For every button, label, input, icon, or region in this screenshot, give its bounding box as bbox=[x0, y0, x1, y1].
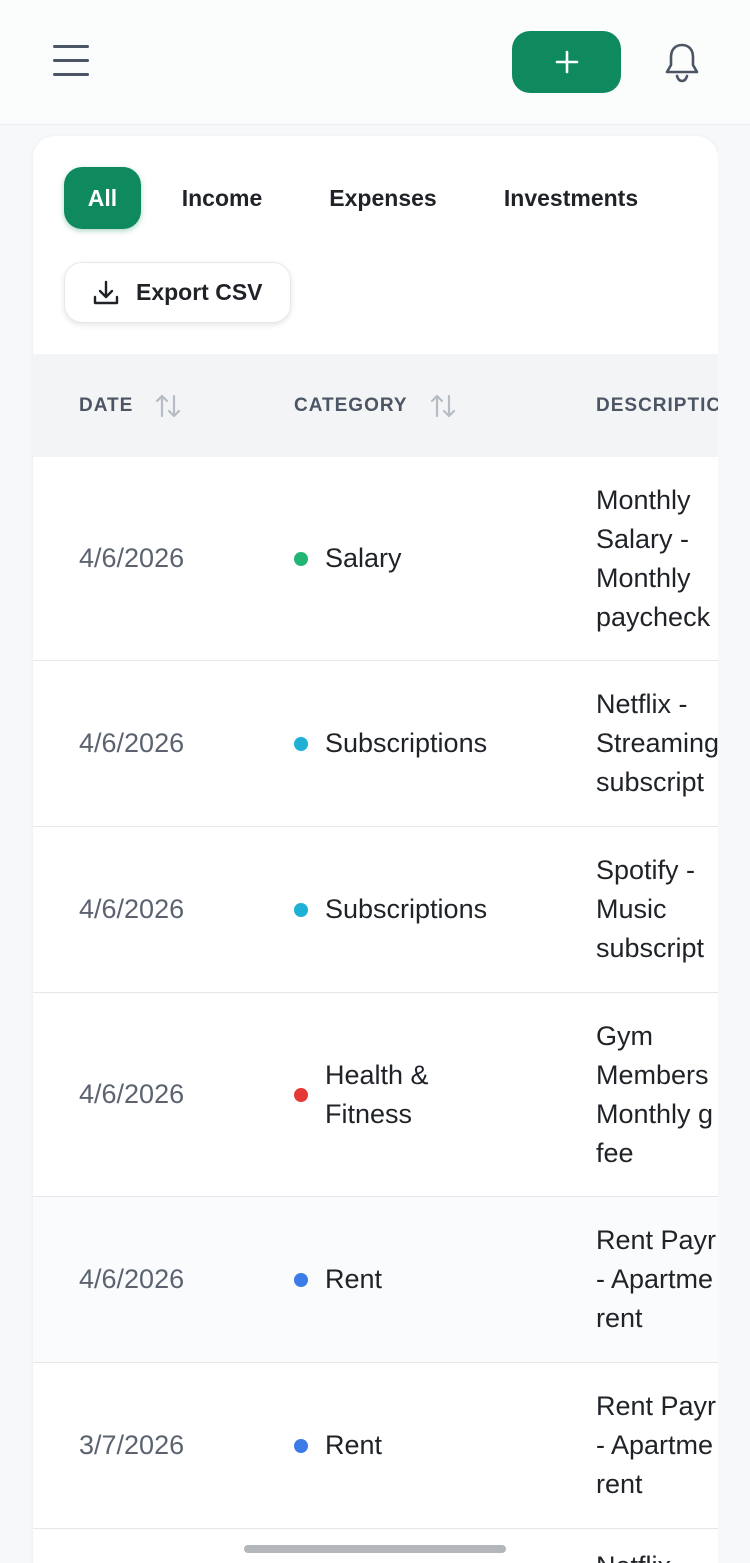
row-category: Rent bbox=[294, 1197, 534, 1362]
category-label: Salary bbox=[325, 543, 402, 573]
category-label: Health & Fitness bbox=[325, 1059, 429, 1129]
row-description: Spotify - Music subscript bbox=[596, 855, 705, 963]
export-csv-button[interactable]: Export CSV bbox=[64, 262, 291, 323]
row-category: Salary bbox=[294, 457, 534, 660]
category-dot bbox=[294, 1272, 308, 1287]
row-description: Gym Members Monthly g fee bbox=[596, 1020, 714, 1168]
category-label: Rent bbox=[325, 1430, 383, 1460]
row-category: Subscriptions bbox=[294, 827, 534, 992]
filter-tabs: All Income Expenses Investments bbox=[33, 136, 718, 256]
column-header-category-label: CATEGORY bbox=[294, 394, 408, 416]
column-header-description-label: DESCRIPTIC bbox=[596, 394, 718, 416]
table-row[interactable]: 3/7/2026 Rent Rent Payr - Apartme rent bbox=[33, 1363, 718, 1529]
table-header: DATE CATEGORY DESCRIPTIC bbox=[33, 354, 718, 457]
row-date: 4/6/2026 bbox=[79, 894, 185, 924]
table-row[interactable]: 4/6/2026 Subscriptions Netflix - Streami… bbox=[33, 661, 718, 827]
bell-icon bbox=[665, 43, 699, 83]
category-label: Subscriptions bbox=[325, 728, 488, 758]
row-category: Subscriptions bbox=[294, 661, 534, 826]
table-row[interactable]: 4/6/2026 Subscriptions Spotify - Music s… bbox=[33, 827, 718, 993]
category-dot bbox=[294, 1438, 308, 1453]
hamburger-menu-icon[interactable] bbox=[53, 44, 89, 78]
top-app-bar bbox=[0, 0, 750, 125]
column-header-category[interactable]: CATEGORY bbox=[294, 354, 458, 457]
row-description: Netflix bbox=[596, 1529, 718, 1563]
tab-investments[interactable]: Investments bbox=[486, 167, 656, 229]
row-date: 4/6/2026 bbox=[79, 1264, 185, 1294]
category-dot bbox=[294, 736, 308, 751]
table-row[interactable]: 4/6/2026 Health & Fitness Gym Members Mo… bbox=[33, 993, 718, 1197]
row-description: Rent Payr - Apartme rent bbox=[596, 1391, 717, 1499]
category-dot bbox=[294, 1087, 308, 1102]
sort-icon[interactable] bbox=[153, 391, 183, 421]
table-row[interactable]: 4/6/2026 Salary Monthly Salary - Monthly… bbox=[33, 457, 718, 661]
transactions-card: All Income Expenses Investments Export C… bbox=[33, 136, 718, 1563]
category-label: Rent bbox=[325, 1264, 383, 1294]
home-indicator[interactable] bbox=[244, 1545, 506, 1553]
export-csv-label: Export CSV bbox=[136, 279, 263, 305]
tab-expenses[interactable]: Expenses bbox=[313, 167, 453, 229]
row-category: Health & Fitness bbox=[294, 993, 534, 1196]
row-date: 4/6/2026 bbox=[79, 728, 185, 758]
download-icon bbox=[93, 280, 119, 304]
sort-icon[interactable] bbox=[428, 391, 458, 421]
add-transaction-button[interactable] bbox=[512, 31, 621, 93]
tab-income[interactable]: Income bbox=[164, 167, 280, 229]
row-date: 3/7/2026 bbox=[79, 1430, 185, 1460]
transactions-table-body: 4/6/2026 Salary Monthly Salary - Monthly… bbox=[33, 457, 718, 1563]
category-dot bbox=[294, 551, 308, 566]
row-date: 4/6/2026 bbox=[79, 1079, 185, 1109]
table-row[interactable]: 4/6/2026 Rent Rent Payr - Apartme rent bbox=[33, 1197, 718, 1363]
row-date: 4/6/2026 bbox=[79, 543, 185, 573]
page-gutter bbox=[718, 125, 750, 1563]
column-header-date-label: DATE bbox=[79, 394, 134, 416]
row-description: Netflix - Streaming subscript bbox=[596, 689, 718, 797]
column-header-description[interactable]: DESCRIPTIC bbox=[596, 354, 718, 457]
row-description: Monthly Salary - Monthly paycheck bbox=[596, 484, 711, 632]
category-label: Subscriptions bbox=[325, 894, 488, 924]
row-category: Rent bbox=[294, 1363, 534, 1528]
notifications-button[interactable] bbox=[660, 40, 704, 84]
row-description: Rent Payr - Apartme rent bbox=[596, 1225, 717, 1333]
tab-all[interactable]: All bbox=[64, 167, 141, 229]
category-dot bbox=[294, 902, 308, 917]
column-header-date[interactable]: DATE bbox=[79, 354, 183, 457]
plus-icon bbox=[555, 50, 578, 74]
